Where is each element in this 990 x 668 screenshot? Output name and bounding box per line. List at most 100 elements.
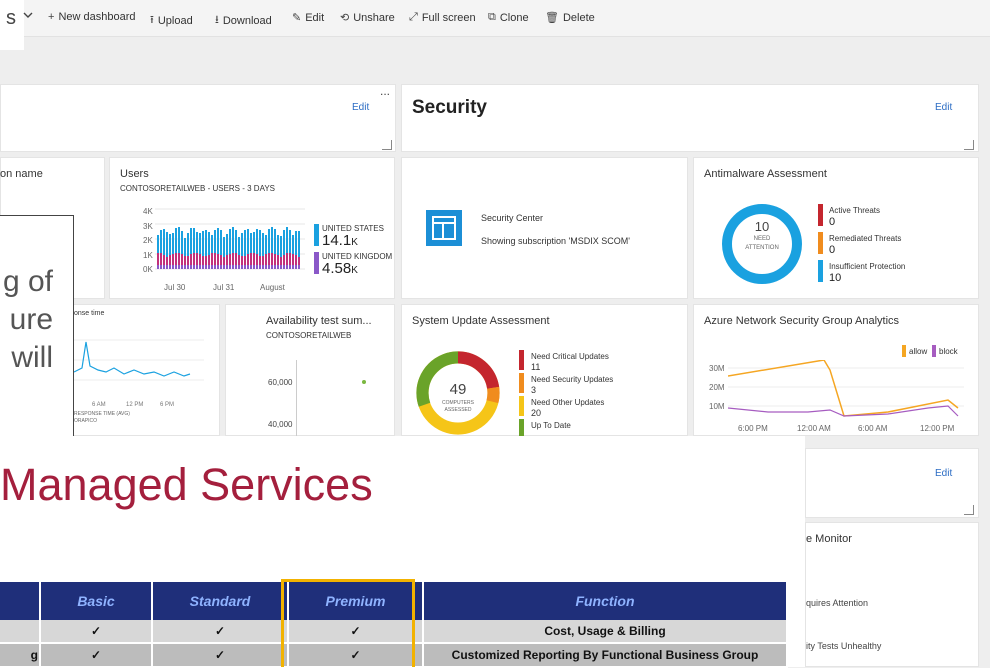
chevron-down-icon[interactable]: [22, 9, 34, 21]
checkmark-cell: ✓: [40, 620, 153, 644]
users-legend-uk-value: 4.58K: [322, 260, 358, 277]
users-bar-uk: [202, 265, 204, 269]
users-bar-uk: [157, 265, 159, 269]
new-dashboard-label: New dashboard: [58, 11, 136, 23]
full-screen-button[interactable]: ⤢ Full screen: [409, 11, 476, 24]
users-bar-uk: [223, 265, 225, 269]
users-bar-other: [214, 253, 216, 265]
users-bar-uk: [268, 265, 270, 269]
left-text-overlay: g of ure will: [0, 215, 74, 437]
users-uk-number: 4.58: [322, 260, 352, 277]
response-x-tick: 6 AM: [92, 402, 106, 408]
update-swatch-uptodate: [519, 419, 524, 436]
availability-y-tick: 40,000: [268, 420, 293, 429]
users-bar-uk: [235, 265, 237, 269]
users-bar-other: [163, 255, 165, 265]
nsg-legend-block: block: [939, 347, 958, 356]
users-bar-uk: [256, 265, 258, 269]
update-uptodate-label: Up To Date: [531, 421, 571, 430]
users-bar-other: [274, 254, 276, 265]
security-tile: [401, 84, 979, 152]
users-bar-us: [205, 230, 207, 256]
security-resize-handle-icon[interactable]: [964, 140, 974, 150]
right-tile-edit-link[interactable]: Edit: [935, 468, 952, 479]
dashboard-title-fragment[interactable]: s: [0, 0, 24, 50]
users-bar-uk: [232, 265, 234, 269]
users-bar-other: [217, 254, 219, 265]
resize-handle-icon[interactable]: [382, 140, 392, 150]
security-title: Security: [412, 97, 487, 118]
users-subtitle: CONTOSORETAILWEB - USERS - 3 DAYS: [120, 184, 275, 193]
users-bar-us: [280, 236, 282, 257]
users-bar-uk: [175, 265, 177, 269]
nsg-title: Azure Network Security Group Analytics: [704, 315, 900, 327]
users-us-number: 14.1: [322, 232, 352, 249]
clone-button[interactable]: ⧉ Clone: [488, 11, 529, 24]
update-swatch-security: [519, 373, 524, 393]
users-bar-us: [250, 233, 252, 253]
users-bar-other: [208, 255, 210, 265]
right-resize-handle-icon[interactable]: [964, 505, 974, 515]
users-x-tick: August: [260, 283, 285, 292]
overlay-line: ure: [9, 303, 53, 336]
top-left-tile: [0, 84, 396, 152]
users-bar-us: [175, 228, 177, 253]
users-bar-other: [199, 254, 201, 265]
unshare-icon: ⟲: [340, 12, 350, 24]
users-bar-other: [256, 254, 258, 265]
clone-label: Clone: [499, 11, 529, 24]
users-bar-us: [229, 229, 231, 254]
users-bar-uk: [160, 265, 162, 269]
users-bar-us: [232, 227, 234, 253]
users-bar-other: [193, 253, 195, 265]
users-bar-us: [220, 230, 222, 255]
users-y-tick: 1K: [143, 250, 153, 260]
availability-title: Availability test sum...: [266, 315, 372, 327]
security-center-title: Security Center: [481, 213, 544, 223]
users-bar-other: [262, 256, 264, 265]
users-bar-other: [286, 253, 288, 265]
update-security-value: 3: [531, 385, 537, 395]
users-bar-uk: [289, 265, 291, 269]
delete-button[interactable]: 🗑 Delete: [545, 11, 595, 25]
nsg-y-tick: 10M: [709, 402, 725, 411]
users-bar-other: [220, 255, 222, 265]
users-bar-other: [283, 255, 285, 265]
edit-button[interactable]: ✎ Edit: [292, 11, 324, 25]
users-bar-us: [238, 237, 240, 255]
users-bar-us: [268, 229, 270, 253]
antimalware-remediated-value: 0: [829, 244, 836, 256]
antimalware-active-label: Active Threats: [829, 206, 880, 215]
users-bar-other: [190, 254, 192, 265]
top-left-edit-link[interactable]: Edit: [352, 102, 369, 113]
users-bar-us: [172, 233, 174, 254]
users-bar-uk: [265, 265, 267, 269]
users-bar-other: [211, 253, 213, 265]
upload-button[interactable]: ⭱ Upload: [150, 11, 193, 30]
antimalware-swatch-active: [818, 204, 823, 226]
users-bar-uk: [271, 265, 273, 269]
users-bar-other: [259, 256, 261, 265]
download-button[interactable]: ⭳ Download: [215, 11, 272, 30]
users-bar-us: [217, 228, 219, 254]
users-bar-us: [160, 230, 162, 253]
upload-icon: ⭱: [150, 14, 154, 26]
users-bar-uk: [298, 265, 300, 269]
users-bar-us: [226, 234, 228, 255]
users-bar-us: [181, 231, 183, 254]
users-bar-other: [205, 256, 207, 265]
more-options-icon[interactable]: ...: [380, 84, 390, 98]
antimalware-donut-label1: NEED: [753, 236, 771, 242]
unshare-button[interactable]: ⟲ Unshare: [340, 11, 395, 25]
users-bar-us: [223, 237, 225, 257]
security-edit-link[interactable]: Edit: [935, 102, 952, 113]
users-bar-uk: [274, 265, 276, 269]
response-time-chart: [74, 339, 204, 381]
nsg-x-tick: 12:00 PM: [920, 424, 955, 433]
users-bar-us: [289, 230, 291, 253]
function-cell: Customized Reporting By Functional Busin…: [423, 643, 788, 668]
users-bar-uk: [220, 265, 222, 269]
users-bar-us: [265, 235, 267, 254]
users-bar-uk: [217, 265, 219, 269]
new-dashboard-button[interactable]: + New dashboard: [48, 11, 136, 23]
